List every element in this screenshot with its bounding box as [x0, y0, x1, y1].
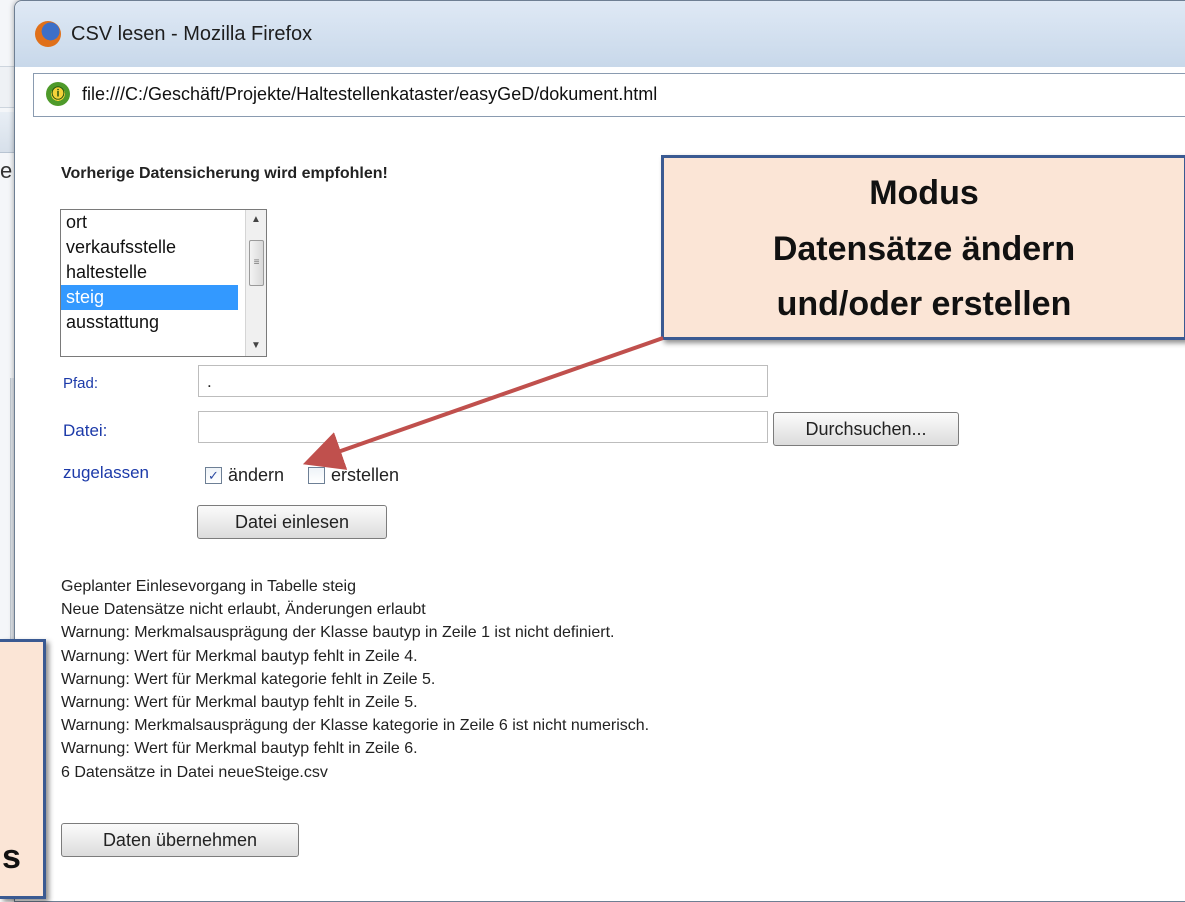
url-bar[interactable]: ⓘ file:///C:/Geschäft/Projekte/Haltestel…: [33, 73, 1185, 117]
page-identity-icon[interactable]: ⓘ: [46, 82, 70, 106]
listbox-item[interactable]: ausstattung: [61, 310, 238, 335]
scroll-up-arrow-icon[interactable]: ▲: [246, 210, 266, 230]
listbox-item[interactable]: steig: [61, 285, 238, 310]
file-input[interactable]: [198, 411, 768, 443]
firefox-icon: [35, 21, 61, 47]
mode-callout: Modus Datensätze ändern und/oder erstell…: [661, 155, 1185, 340]
create-checkbox-label: erstellen: [331, 465, 400, 485]
file-label: Datei:: [63, 421, 108, 440]
listbox-item[interactable]: ort: [61, 210, 238, 235]
apply-data-button[interactable]: Daten übernehmen: [61, 823, 299, 857]
title-bar[interactable]: CSV lesen - Mozilla Firefox: [15, 1, 1185, 67]
popup-window: CSV lesen - Mozilla Firefox ⓘ file:///C:…: [14, 0, 1185, 902]
log-line: Warnung: Merkmalsausprägung der Klasse k…: [61, 717, 650, 735]
background-text-fragment: e: [0, 158, 13, 183]
log-line: Warnung: Wert für Merkmal bautyp fehlt i…: [61, 647, 418, 665]
listbox-item[interactable]: haltestelle: [61, 260, 238, 285]
log-line: Neue Datensätze nicht erlaubt, Änderunge…: [61, 601, 426, 619]
read-file-button[interactable]: Datei einlesen: [197, 505, 387, 539]
listbox-item[interactable]: verkaufsstelle: [61, 235, 238, 260]
log-line: Warnung: Wert für Merkmal bautyp fehlt i…: [61, 694, 418, 712]
callout-line-2: Datensätze ändern: [772, 230, 1076, 268]
backup-notice: Vorherige Datensicherung wird empfohlen!: [61, 165, 388, 182]
log-line: Warnung: Merkmalsausprägung der Klasse b…: [61, 624, 615, 642]
listbox-scrollbar[interactable]: ▲ ≡ ▼: [245, 210, 266, 356]
callout-line-3: und/oder erstellen: [776, 285, 1072, 323]
log-line: Warnung: Wert für Merkmal bautyp fehlt i…: [61, 740, 418, 758]
table-listbox[interactable]: ort verkaufsstelle haltestelle steig ausstat…: [60, 209, 267, 357]
path-input[interactable]: .: [198, 365, 768, 397]
callout-line-1: Modus: [869, 174, 979, 212]
browse-button[interactable]: Durchsuchen...: [773, 412, 959, 446]
log-line: Geplanter Einlesevorgang in Tabelle stei…: [61, 578, 357, 595]
path-label: Pfad:: [63, 375, 99, 392]
log-line: 6 Datensätze in Datei neueSteige.csv: [61, 763, 328, 781]
allowed-label: zugelassen: [63, 463, 150, 482]
url-text: file:///C:/Geschäft/Projekte/Haltestelle…: [82, 84, 658, 104]
log-line: Warnung: Wert für Merkmal kategorie fehl…: [61, 670, 436, 688]
window-title: CSV lesen - Mozilla Firefox: [71, 23, 313, 45]
left-callout: s: [0, 639, 46, 899]
change-checkbox[interactable]: ✓: [205, 467, 222, 484]
scroll-thumb[interactable]: ≡: [249, 240, 264, 286]
left-callout-fragment: s: [2, 838, 21, 876]
change-checkbox-label: ändern: [228, 465, 285, 485]
scroll-down-arrow-icon[interactable]: ▼: [246, 336, 266, 356]
import-log: Geplanter Einlesevorgang in Tabelle stei…: [61, 575, 649, 784]
create-checkbox[interactable]: [308, 467, 325, 484]
